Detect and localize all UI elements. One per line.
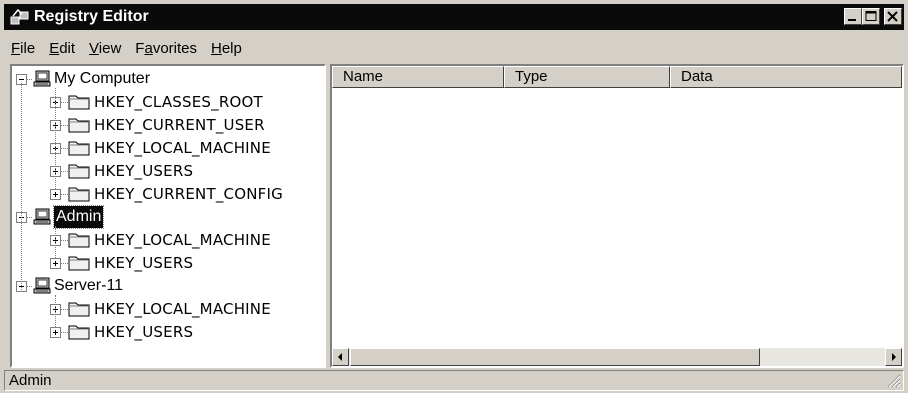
tree-item-label: Admin [52,205,105,229]
menu-bar: File Edit View Favorites Help [4,38,249,60]
horizontal-scrollbar[interactable] [332,348,902,366]
folder-icon [68,141,90,156]
maximize-icon [865,11,877,21]
tree-connector [61,240,68,242]
title-bar[interactable]: Registry Editor [4,4,904,30]
folder-icon [68,164,90,179]
tree-item-label: HKEY_USERS [94,323,194,341]
registry-editor-window: Registry Editor File Edit View Favorites Hel… [0,0,908,393]
expand-icon [53,261,58,266]
scrollbar-thumb[interactable] [350,348,760,366]
tree-connector [61,148,68,150]
registry-editor-icon [10,8,29,25]
close-button[interactable] [884,8,902,25]
scroll-right-button[interactable] [885,348,902,366]
arrow-left-icon [338,353,342,361]
folder-icon [68,325,90,340]
arrow-right-icon [892,353,896,361]
folder-icon [68,302,90,317]
menu-edit[interactable]: Edit [42,38,82,60]
status-bar: Admin [4,370,904,391]
computer-icon [33,277,51,294]
tree-connector [61,309,68,311]
computer-icon [33,70,51,87]
tree-item-label: HKEY_CURRENT_CONFIG [94,185,283,203]
tree-item-label: HKEY_CLASSES_ROOT [94,93,263,111]
minimize-icon [848,19,856,21]
tree-item-label: My Computer [54,70,151,87]
tree-connector [61,194,68,196]
folder-icon [68,95,90,110]
folder-icon [68,233,90,248]
close-icon [887,11,898,22]
expand-icon [53,192,58,197]
list-pane[interactable]: Name Type Data [330,64,904,368]
folder-icon [68,187,90,202]
status-text: Admin [9,372,52,389]
resize-grip-icon[interactable] [887,374,901,388]
folder-icon-wrap [68,323,90,347]
folder-icon-wrap [68,300,90,324]
tree-item-label: HKEY_USERS [94,162,194,180]
maximize-button[interactable] [862,8,880,25]
computer-icon [33,208,51,225]
scroll-left-button[interactable] [332,348,349,366]
expand-button[interactable] [50,327,61,338]
folder-icon [68,118,90,133]
expand-icon [53,330,58,335]
menu-file[interactable]: File [4,38,42,60]
window-title: Registry Editor [34,8,149,25]
expand-button[interactable] [50,258,61,269]
tree-connector [61,102,68,104]
tree-connector [55,88,57,189]
computer-icon-wrap [32,208,52,233]
tree-pane[interactable]: My Computer HKEY_CLASSES_ROOT HKEY_CURRENT… [10,64,326,368]
tree-item-label: HKEY_LOCAL_MACHINE [94,231,271,249]
tree-connector [27,79,32,81]
tree-connector [61,263,68,265]
tree-item-label: HKEY_USERS [94,254,194,272]
menu-favorites[interactable]: Favorites [128,38,204,60]
tree-connector [27,217,32,219]
tree-connector [61,125,68,127]
tree-item-label: HKEY_CURRENT_USER [94,116,265,134]
minimize-button[interactable] [844,8,862,25]
column-header-data[interactable]: Data [670,66,902,88]
tree-item-label: HKEY_LOCAL_MACHINE [94,300,271,318]
column-header-name[interactable]: Name [332,66,504,88]
folder-icon [68,256,90,271]
tree-connector [55,226,57,258]
tree-item-label: HKEY_LOCAL_MACHINE [94,139,271,157]
folder-icon-wrap [68,116,90,140]
expand-button[interactable] [50,189,61,200]
folder-icon-wrap [68,139,90,163]
computer-icon-wrap [32,277,52,302]
tree-item-label: Server-11 [54,277,124,294]
folder-icon-wrap [68,93,90,117]
folder-icon-wrap [68,162,90,186]
tree-connector [21,83,23,290]
menu-help[interactable]: Help [204,38,249,60]
menu-view[interactable]: View [82,38,128,60]
tree-connector [61,171,68,173]
column-header-type[interactable]: Type [504,66,670,88]
computer-icon-wrap [32,70,52,95]
folder-icon-wrap [68,231,90,255]
tree-connector [27,286,32,288]
tree-connector [55,295,57,327]
tree-connector [61,332,68,334]
